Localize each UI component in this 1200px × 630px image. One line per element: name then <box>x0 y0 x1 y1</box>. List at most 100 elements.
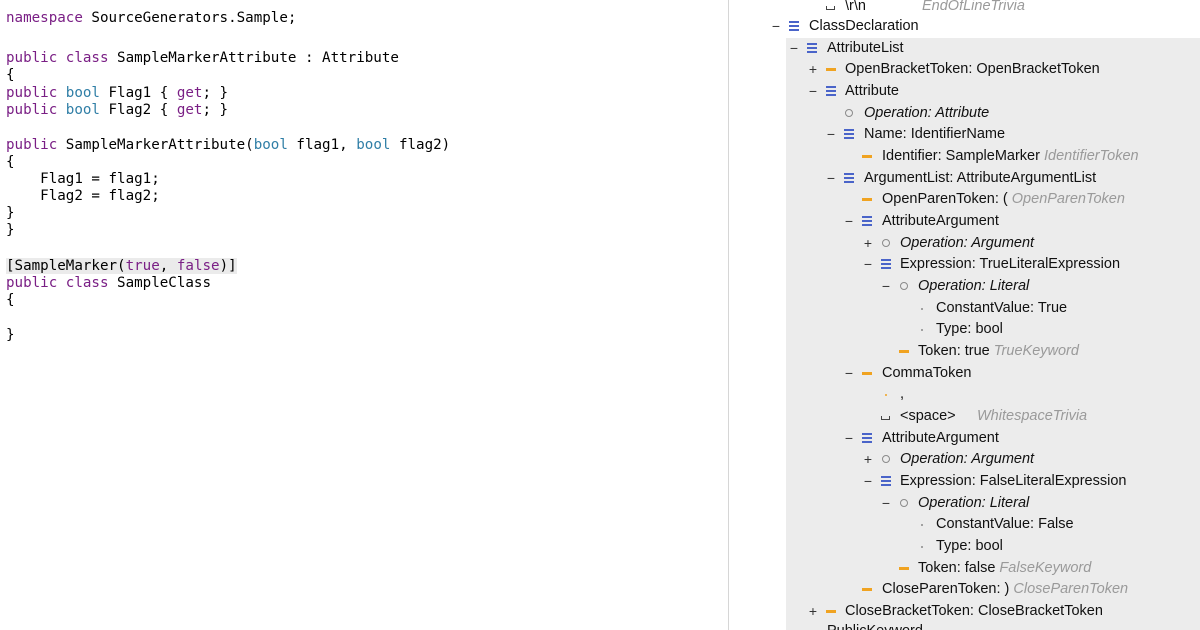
node-label: AttributeList <box>827 40 904 56</box>
code-line-brace: { <box>6 154 15 170</box>
node-kind: OpenParenToken <box>1011 191 1125 207</box>
keyword-public: public <box>6 85 58 101</box>
token-icon <box>861 189 873 210</box>
node-label: Expression: FalseLiteralExpression <box>900 473 1127 489</box>
collapse-toggle[interactable]: − <box>880 493 892 514</box>
node-label: Operation: Argument <box>900 235 1035 251</box>
collapse-toggle[interactable]: − <box>843 211 855 232</box>
code-line-sample-class: public class SampleClass <box>6 275 211 292</box>
expand-toggle[interactable]: + <box>807 59 819 80</box>
node-label-group: Identifier: SampleMarker IdentifierToken <box>882 146 1139 167</box>
attr-comma: , <box>159 258 177 274</box>
collapse-toggle[interactable]: − <box>843 428 855 449</box>
list-icon <box>843 124 855 145</box>
code-line-assign2: Flag2 = flag2; <box>6 188 160 204</box>
node-label: ClassDeclaration <box>809 18 919 34</box>
token-icon <box>898 341 910 362</box>
keyword-bool: bool <box>65 85 100 101</box>
dot-icon <box>916 514 928 535</box>
node-label-group: Token: false FalseKeyword <box>918 558 1091 579</box>
code-line-brace: { <box>6 292 15 308</box>
node-label: Token: true <box>918 343 990 359</box>
node-label: PublicKeyword <box>827 621 923 630</box>
node-label: OpenBracketToken: OpenBracketToken <box>845 61 1100 77</box>
keyword-bool: bool <box>253 137 288 153</box>
collapse-toggle[interactable]: − <box>807 81 819 102</box>
class-name: SampleMarkerAttribute : Attribute <box>108 50 399 66</box>
node-label-group: OpenParenToken: ( OpenParenToken <box>882 189 1125 210</box>
node-label: Name: IdentifierName <box>864 126 1006 142</box>
node-label: Operation: Literal <box>918 495 1030 511</box>
attr-close: )] <box>219 258 237 274</box>
collapse-toggle[interactable]: − <box>770 16 782 37</box>
code-line-flag1: public bool Flag1 { get; } <box>6 85 228 102</box>
code-editor[interactable]: namespace SourceGenerators.Sample; publi… <box>0 0 728 630</box>
collapse-toggle[interactable]: − <box>880 276 892 297</box>
collapse-toggle[interactable]: − <box>825 124 837 145</box>
code-line-assign1: Flag1 = flag1; <box>6 171 160 187</box>
list-icon <box>806 38 818 59</box>
collapse-toggle[interactable]: − <box>862 254 874 275</box>
node-kind: IdentifierToken <box>1043 148 1139 164</box>
node-label: CloseBracketToken: CloseBracketToken <box>845 603 1103 619</box>
expand-toggle[interactable]: + <box>862 233 874 254</box>
node-label: Type: bool <box>936 538 1003 554</box>
whitespace-icon <box>825 0 837 17</box>
keyword-true: true <box>125 258 160 274</box>
token-icon <box>825 601 837 622</box>
code-line-namespace: namespace SourceGenerators.Sample; <box>6 10 296 27</box>
dot-icon <box>916 536 928 557</box>
operation-icon <box>880 233 892 254</box>
syntax-tree-panel[interactable]: \r\n EndOfLineTrivia − ClassDeclaration … <box>729 0 1200 630</box>
expand-toggle[interactable]: + <box>862 449 874 470</box>
property-flag1: Flag1 { <box>99 85 177 101</box>
node-kind: CloseParenToken <box>1013 581 1129 597</box>
code-line-attribute: [SampleMarker(true, false)] <box>6 258 237 275</box>
code-line-flag2: public bool Flag2 { get; } <box>6 102 228 119</box>
list-icon <box>861 211 873 232</box>
collapse-toggle[interactable]: − <box>862 471 874 492</box>
node-label: CloseParenToken: ) <box>882 581 1010 597</box>
node-kind: FalseKeyword <box>999 560 1092 576</box>
token-icon <box>825 59 837 80</box>
keyword-public: public <box>6 137 58 153</box>
keyword-public-class: public class <box>6 275 109 291</box>
node-label: Identifier: SampleMarker <box>882 148 1040 164</box>
attr-open: [SampleMarker( <box>6 258 126 274</box>
list-icon <box>880 471 892 492</box>
keyword-get: get <box>176 85 203 101</box>
code-line-class-decl: public class SampleMarkerAttribute : Att… <box>6 50 399 67</box>
code-line-ctor: public SampleMarkerAttribute(bool flag1,… <box>6 137 450 154</box>
operation-icon <box>898 493 910 514</box>
code-line-brace: } <box>6 205 15 221</box>
collapse-toggle[interactable]: − <box>843 363 855 384</box>
property-flag2: Flag2 { <box>99 102 177 118</box>
node-label: , <box>900 386 905 402</box>
node-label: Attribute <box>845 83 899 99</box>
node-label: <space> <box>900 408 956 424</box>
operation-icon <box>880 449 892 470</box>
node-label: Token: false <box>918 560 996 576</box>
node-label: AttributeArgument <box>882 213 999 229</box>
token-icon <box>898 558 910 579</box>
token-icon <box>861 363 873 384</box>
ctor-name: SampleMarkerAttribute( <box>57 137 254 153</box>
node-label: OpenParenToken: ( <box>882 191 1008 207</box>
collapse-toggle[interactable]: − <box>825 168 837 189</box>
node-label: CommaToken <box>882 365 972 381</box>
list-icon <box>843 168 855 189</box>
whitespace-icon <box>880 406 892 427</box>
node-label: ArgumentList: AttributeArgumentList <box>864 170 1097 186</box>
list-icon <box>788 16 800 37</box>
collapse-toggle[interactable]: − <box>788 38 800 59</box>
node-label: AttributeArgument <box>882 430 999 446</box>
node-label: ConstantValue: True <box>936 300 1068 316</box>
operation-icon <box>898 276 910 297</box>
node-label: ConstantValue: False <box>936 516 1074 532</box>
node-label-group: CloseParenToken: ) CloseParenToken <box>882 579 1128 600</box>
keyword-false: false <box>176 258 220 274</box>
expand-toggle[interactable]: + <box>807 601 819 622</box>
keyword-public-class: public class <box>6 50 109 66</box>
keyword-bool: bool <box>356 137 391 153</box>
dot-icon <box>880 384 892 405</box>
